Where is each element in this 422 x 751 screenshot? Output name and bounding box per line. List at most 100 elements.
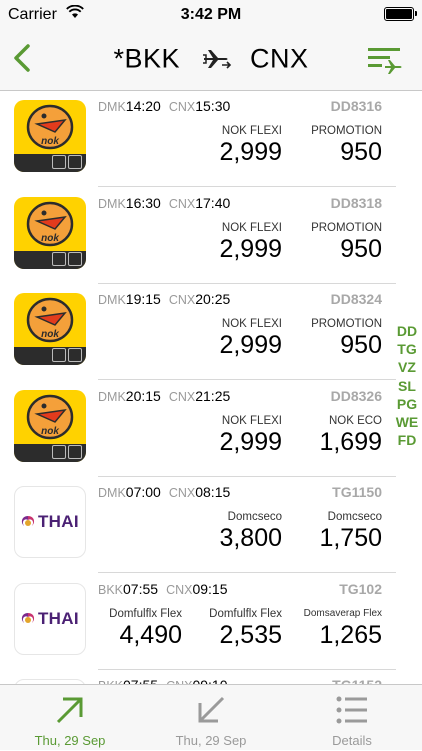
nok-air-logo: nok [14, 389, 86, 462]
flight-number: TG102 [339, 580, 382, 597]
departure-time: 14:20 [125, 98, 161, 114]
fare-class-label: Domsaverap Flex [303, 607, 382, 619]
arrival-time: 08:15 [195, 484, 231, 500]
route-title: *BKK CNX [0, 42, 422, 78]
flight-row[interactable]: THAI BKK07:55 CNX09:15 TG102 Domfulflx Flex 4… [0, 574, 422, 670]
arrow-up-right-icon [56, 697, 83, 724]
fare-price[interactable]: 2,999 [172, 138, 282, 167]
svg-text:nok: nok [41, 426, 59, 437]
arrival-airport: CNX [168, 196, 196, 211]
thai-airways-logo: THAI [14, 486, 86, 558]
airline-index-item[interactable]: TG [394, 340, 420, 358]
airline-index-item[interactable]: DD [394, 322, 420, 340]
flight-number: TG1152 [332, 677, 382, 684]
fare-class-label: PROMOTION [311, 318, 382, 330]
departure-airport: DMK [98, 389, 126, 404]
flight-row[interactable]: nok DMK20:15 CNX21:25 DD8326 NOK FLEXI 2,999 N… [0, 381, 422, 477]
thai-logo-text: THAI [38, 512, 79, 531]
flight-times: DMK16:30 CNX17:40 [98, 195, 230, 211]
arrival-airport: CNX [166, 582, 193, 597]
fare-price[interactable]: 1,699 [272, 428, 382, 457]
flight-row[interactable]: THAIBKK07:55CNX09:10TG1152 [0, 670, 422, 684]
plane-swap-icon [203, 49, 232, 69]
departure-time: 07:55 [123, 677, 158, 684]
flight-times: BKK07:55 CNX09:15 [98, 581, 228, 597]
arrival-time: 09:10 [192, 677, 227, 684]
tab-details-label: Details [332, 733, 372, 748]
fare-class-label: Domfulflx Flex [209, 607, 282, 620]
departure-time: 07:55 [123, 580, 159, 597]
fare-price[interactable]: 2,535 [182, 621, 282, 650]
airline-index[interactable]: DD TG VZ SL PG WE FD [394, 322, 420, 449]
airline-index-item[interactable]: PG [394, 395, 420, 413]
fare-price[interactable]: 950 [272, 331, 382, 360]
arrival-time: 17:40 [195, 194, 231, 211]
svg-text:nok: nok [41, 329, 59, 340]
destination-code: CNX [250, 43, 309, 74]
flight-row[interactable]: nok DMK14:20 CNX15:30 DD8316 NOK FLEXI 2,999 P… [0, 91, 422, 187]
flight-times: DMK07:00 CNX08:15 [98, 484, 230, 500]
airline-index-item[interactable]: WE [394, 413, 420, 431]
fare-price[interactable]: 950 [272, 235, 382, 264]
airline-index-item[interactable]: SL [394, 377, 420, 395]
fare-class-label: PROMOTION [311, 221, 382, 234]
fare-price[interactable]: 1,265 [282, 621, 382, 650]
svg-text:nok: nok [41, 136, 59, 147]
clock: 3:42 PM [180, 6, 242, 23]
fare-price[interactable]: 1,750 [272, 524, 382, 553]
fare-class-label: NOK ECO [328, 414, 382, 427]
tab-bar: Thu, 29 Sep Thu, 29 Sep Details [0, 684, 422, 750]
nav-bar: *BKK CNX [0, 30, 422, 91]
tab-details[interactable]: Details [282, 685, 422, 751]
arrival-airport: CNX [168, 486, 196, 500]
flight-times: DMK19:15 CNX20:25 [98, 291, 230, 307]
arrow-down-left-icon [198, 696, 225, 723]
flight-number: DD8324 [330, 291, 382, 307]
arrival-time: 15:30 [195, 98, 231, 114]
departure-airport: DMK [98, 293, 126, 307]
departure-time: 20:15 [125, 387, 161, 404]
list-icon [336, 696, 367, 724]
flight-number: DD8316 [330, 98, 382, 114]
arrival-airport: CNX [168, 389, 196, 404]
departure-time: 07:00 [125, 484, 161, 500]
battery-icon [384, 7, 417, 21]
flight-row[interactable]: nok DMK19:15 CNX20:25 DD8324 NOK FLEXI 2,999 P… [0, 284, 422, 380]
airline-index-item[interactable]: FD [394, 431, 420, 449]
flight-row[interactable]: nok DMK16:30 CNX17:40 DD8318 NOK FLEXI 2,999 P… [0, 188, 422, 284]
airline-index-item[interactable]: VZ [394, 358, 420, 376]
tab-return-label: Thu, 29 Sep [175, 733, 247, 748]
fare-class-label: Domcseco [227, 511, 282, 523]
fare-class-label: NOK FLEXI [221, 318, 282, 330]
sort-filter-icon[interactable] [368, 44, 404, 74]
departure-airport: DMK [98, 100, 126, 114]
fare-price[interactable]: 950 [272, 138, 382, 167]
arrival-time: 20:25 [195, 291, 231, 307]
fare-price[interactable]: 2,999 [172, 235, 282, 264]
status-bar: Carrier 3:42 PM [0, 0, 422, 30]
tab-outbound[interactable]: Thu, 29 Sep [0, 685, 140, 751]
fare-class-label: Domfulflx Flex [109, 607, 182, 620]
departure-time: 16:30 [125, 194, 161, 211]
fare-price[interactable]: 3,800 [172, 524, 282, 553]
nok-air-logo: nok [14, 100, 86, 172]
flight-number: TG1150 [332, 484, 382, 500]
departure-airport: DMK [98, 196, 126, 211]
flight-number: DD8318 [330, 194, 382, 211]
nok-air-logo: nok [14, 293, 86, 365]
flight-list[interactable]: nok DMK14:20 CNX15:30 DD8316 NOK FLEXI 2,999 P… [0, 91, 422, 684]
origin-code: *BKK [113, 43, 180, 74]
arrival-time: 09:15 [192, 580, 228, 597]
tab-return[interactable]: Thu, 29 Sep [141, 685, 281, 751]
flight-number: DD8326 [330, 387, 382, 404]
departure-airport: DMK [98, 486, 126, 500]
flight-times: DMK14:20 CNX15:30 [98, 98, 230, 114]
fare-price[interactable]: 2,999 [172, 331, 282, 360]
fare-class-label: PROMOTION [311, 125, 382, 137]
flight-row[interactable]: THAI DMK07:00 CNX08:15 TG1150 Domcseco 3,800 D… [0, 477, 422, 573]
flight-times: BKK07:55CNX09:10 [98, 677, 228, 684]
fare-class-label: Domcseco [327, 511, 382, 523]
fare-price[interactable]: 2,999 [172, 428, 282, 457]
departure-time: 19:15 [125, 291, 161, 307]
fare-price[interactable]: 4,490 [62, 621, 182, 650]
